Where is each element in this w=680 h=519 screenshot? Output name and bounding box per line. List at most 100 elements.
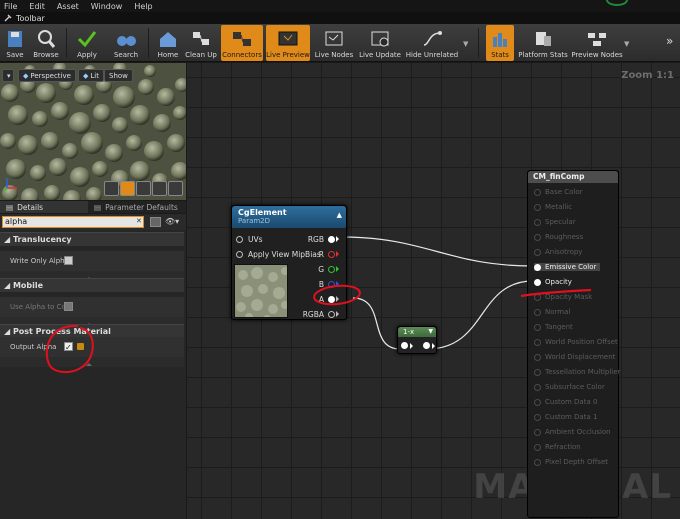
pin-arrow-icon — [336, 296, 342, 302]
material-result-node[interactable]: CM_finComp Base Color Metallic Specular … — [527, 170, 620, 518]
input-pin-apply-view-mipbias[interactable]: Apply View MipBias — [236, 248, 321, 260]
collapse-icon[interactable]: ▲ — [337, 211, 342, 219]
material-input-normal[interactable]: Normal — [534, 308, 570, 316]
pin-icon — [328, 265, 335, 273]
toolbar-tab[interactable]: Toolbar — [0, 12, 680, 24]
pin-icon — [534, 398, 541, 406]
material-input-ambient-occlusion[interactable]: Ambient Occlusion — [534, 428, 611, 436]
material-input-roughness[interactable]: Roughness — [534, 233, 583, 241]
pin-icon — [328, 295, 335, 303]
browse-button[interactable]: Browse — [30, 25, 62, 61]
input-pin-uvs[interactable]: UVs — [236, 233, 263, 245]
platform-stats-button[interactable]: Platform Stats — [518, 25, 568, 61]
pin-icon — [236, 235, 243, 243]
pin-icon — [534, 443, 541, 451]
apply-button[interactable]: Apply — [72, 25, 102, 61]
tab-parameter-defaults[interactable]: ▤ Parameter Defaults — [88, 201, 184, 213]
grid-view-button[interactable] — [150, 217, 161, 227]
pin-icon — [534, 218, 541, 226]
material-graph-canvas[interactable]: Zoom 1:1 MATERIAL CgElement Param2D ▲ UV… — [187, 63, 680, 519]
material-input-metallic[interactable]: Metallic — [534, 203, 572, 211]
one-minus-node[interactable]: 1-x ▼ — [397, 326, 437, 354]
teapot-preview-icon[interactable] — [168, 181, 183, 196]
material-input-world-displacement[interactable]: World Displacement — [534, 353, 615, 361]
save-button[interactable]: Save — [2, 25, 28, 61]
output-pin-g[interactable]: G — [318, 263, 342, 275]
home-icon — [160, 32, 176, 47]
cube-preview-icon[interactable] — [152, 181, 167, 196]
details-panel: ◢ Translucency Write Only Alpha ◢ Mobile… — [0, 230, 186, 519]
input-pin-icon[interactable] — [401, 342, 408, 349]
texture-thumbnail-image — [236, 267, 287, 317]
connectors-button[interactable]: Connectors — [221, 25, 263, 61]
material-input-refraction[interactable]: Refraction — [534, 443, 581, 451]
search-button[interactable]: Search — [110, 25, 142, 61]
material-input-subsurface-color[interactable]: Subsurface Color — [534, 383, 605, 391]
pin-icon — [534, 188, 541, 196]
output-pin-rgba[interactable]: RGBA — [303, 308, 342, 320]
pin-icon — [236, 250, 243, 258]
home-button[interactable]: Home — [154, 25, 182, 61]
binoculars-icon — [117, 36, 136, 46]
preview-nodes-icon — [588, 33, 606, 46]
material-input-tessellation-multiplier[interactable]: Tessellation Multiplier — [534, 368, 620, 376]
chevron-down-icon[interactable]: ▼ — [624, 40, 629, 48]
material-input-base-color[interactable]: Base Color — [534, 188, 583, 196]
preview-nodes-button[interactable]: Preview Nodes — [571, 25, 623, 61]
material-input-specular[interactable]: Specular — [534, 218, 576, 226]
category-mobile[interactable]: ◢ Mobile — [0, 278, 184, 292]
chevron-down-icon[interactable]: ▼ — [463, 40, 468, 48]
material-input-tangent[interactable]: Tangent — [534, 323, 573, 331]
menu-edit[interactable]: Edit — [29, 2, 45, 11]
material-input-emissive-color[interactable]: Emissive Color — [534, 263, 601, 271]
material-input-custom-data-1[interactable]: Custom Data 1 — [534, 413, 597, 421]
live-preview-button[interactable]: Live Preview — [266, 25, 310, 61]
cylinder-preview-icon[interactable] — [104, 181, 119, 196]
material-input-custom-data-0[interactable]: Custom Data 0 — [534, 398, 597, 406]
output-pin-b[interactable]: B — [319, 278, 342, 290]
clean-up-button[interactable]: Clean Up — [184, 25, 218, 61]
pin-arrow-icon — [336, 266, 342, 272]
material-input-world-position-offset[interactable]: World Position Offset — [534, 338, 618, 346]
output-pin-r[interactable]: R — [319, 248, 342, 260]
output-pin-a[interactable]: A — [319, 293, 342, 305]
platform-stats-icon — [536, 32, 551, 46]
write-only-alpha-checkbox[interactable] — [64, 256, 73, 265]
category-translucency[interactable]: ◢ Translucency — [0, 232, 184, 246]
pin-arrow-icon — [336, 281, 342, 287]
output-pin-rgb[interactable]: RGB — [308, 233, 342, 245]
cg-element-node[interactable]: CgElement Param2D ▲ UVs Apply View MipBi… — [231, 205, 347, 320]
material-input-anisotropy[interactable]: Anisotropy — [534, 248, 582, 256]
menu-help[interactable]: Help — [134, 2, 152, 11]
hide-unrelated-button[interactable]: Hide Unrelated — [405, 25, 459, 61]
use-alpha-to-coverage-checkbox[interactable] — [64, 302, 73, 311]
collapse-icon[interactable]: ▼ — [428, 327, 433, 337]
live-nodes-icon — [325, 31, 343, 46]
show-button[interactable]: Show — [104, 69, 133, 82]
stats-button[interactable]: Stats — [486, 25, 514, 61]
menu-file[interactable]: File — [4, 2, 17, 11]
material-input-pixel-depth-offset[interactable]: Pixel Depth Offset — [534, 458, 608, 466]
tab-details[interactable]: ▤ Details — [0, 201, 88, 213]
toolbar-overflow-icon[interactable]: » — [666, 34, 673, 48]
pin-icon — [534, 233, 541, 241]
live-update-button[interactable]: Live Update — [358, 25, 402, 61]
plane-preview-icon[interactable] — [136, 181, 151, 196]
live-preview-icon — [278, 31, 298, 46]
clear-search-icon[interactable]: ✕ — [136, 217, 142, 225]
output-pin-icon[interactable] — [423, 342, 430, 349]
details-search-input[interactable]: alpha — [2, 216, 144, 228]
material-input-opacity-mask[interactable]: Opacity Mask — [534, 293, 592, 301]
viewport-options-button[interactable]: ▾ — [2, 69, 14, 82]
eye-icon[interactable]: 👁▾ — [165, 217, 183, 227]
material-input-opacity[interactable]: Opacity — [534, 278, 572, 286]
lit-button[interactable]: ◆ Lit — [78, 69, 104, 82]
connectors-icon — [233, 32, 251, 46]
pin-icon — [328, 280, 335, 288]
preview-viewport[interactable]: ▾ ◆ Perspective ◆ Lit Show — [0, 63, 186, 200]
sphere-preview-icon[interactable] — [120, 181, 135, 196]
perspective-button[interactable]: ◆ Perspective — [18, 69, 76, 82]
live-nodes-button[interactable]: Live Nodes — [313, 25, 355, 61]
menu-window[interactable]: Window — [91, 2, 123, 11]
menu-asset[interactable]: Asset — [57, 2, 79, 11]
